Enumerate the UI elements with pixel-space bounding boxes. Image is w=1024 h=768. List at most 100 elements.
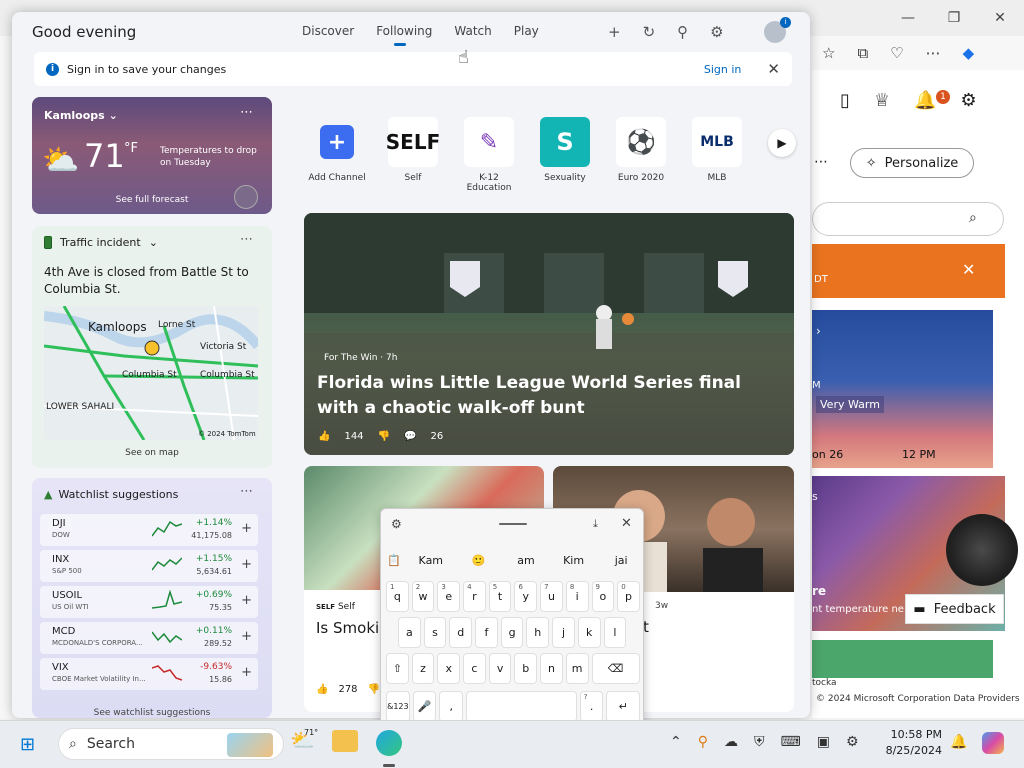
search-app-icon[interactable]: ⚲	[698, 734, 708, 750]
tab-watch[interactable]: Watch	[454, 24, 491, 44]
traffic-card[interactable]: Traffic incident ⌄ ⋯ 4th Ave is closed f…	[32, 226, 272, 468]
channel-k12[interactable]: ✎ K-12 Education	[456, 117, 522, 193]
key-i[interactable]: 8i	[565, 581, 589, 612]
suggestion-3[interactable]: am	[502, 554, 550, 567]
network-icon[interactable]: ☁	[724, 734, 738, 750]
key-period[interactable]: ?.	[579, 691, 604, 722]
copilot-taskbar-icon[interactable]	[982, 732, 1004, 754]
refresh-icon[interactable]: ↻	[643, 23, 656, 41]
phone-icon[interactable]: ▯	[840, 90, 850, 111]
key-q[interactable]: 1q	[386, 581, 409, 612]
keyboard-icon[interactable]: ⌨	[781, 734, 801, 750]
stock-row-mcd[interactable]: MCD MCDONALD'S CORPORA... +0.11% 289.52 …	[40, 622, 258, 654]
main-article-title[interactable]: Florida wins Little League World Series …	[317, 371, 777, 421]
suggestion-4[interactable]: Kim	[550, 554, 598, 567]
stock-row-usoil[interactable]: USOIL US Oil WTI +0.69% 75.35 +	[40, 586, 258, 618]
key-shift[interactable]: ⇧	[386, 653, 409, 684]
key-j[interactable]: j	[552, 617, 575, 648]
minimize-button[interactable]: —	[898, 8, 918, 28]
tab-play[interactable]: Play	[514, 24, 539, 44]
chevron-down-icon[interactable]: ⌄	[149, 236, 158, 249]
add-stock-button[interactable]: +	[241, 629, 252, 644]
background-more-icon[interactable]: ⋯	[814, 154, 828, 170]
add-stock-button[interactable]: +	[241, 593, 252, 608]
key-u[interactable]: 7u	[540, 581, 563, 612]
feedback-button[interactable]: ▬ Feedback	[905, 594, 1004, 624]
tab-discover[interactable]: Discover	[302, 24, 354, 44]
add-stock-button[interactable]: +	[241, 521, 252, 536]
key-c[interactable]: c	[463, 653, 486, 684]
like-icon[interactable]: 👍	[318, 431, 330, 442]
channel-euro2020[interactable]: ⚽ Euro 2020	[608, 117, 674, 183]
more-options-icon[interactable]: ⋯	[926, 44, 941, 62]
main-article-source[interactable]: For The Win · 7h	[324, 353, 397, 363]
key-y[interactable]: 6y	[514, 581, 538, 612]
traffic-map[interactable]: Kamloops Lorne St Victoria St Columbia S…	[44, 306, 258, 440]
keyboard-drag-handle[interactable]	[499, 523, 527, 525]
key-r[interactable]: 4r	[463, 581, 486, 612]
key-g[interactable]: g	[500, 617, 524, 648]
see-watchlist-link[interactable]: See watchlist suggestions	[32, 708, 272, 718]
key-mic-icon[interactable]: 🎤	[412, 691, 437, 722]
more-options-icon[interactable]: ⋯	[240, 232, 253, 247]
favorites-star-icon[interactable]: ☆	[822, 44, 835, 62]
keyboard-close-icon[interactable]: ✕	[621, 516, 632, 531]
key-z[interactable]: z	[411, 653, 435, 684]
edge-browser-icon[interactable]	[376, 730, 402, 756]
chevron-up-icon[interactable]: ⌃	[670, 734, 682, 750]
file-explorer-icon[interactable]	[332, 730, 358, 752]
key-k[interactable]: k	[577, 617, 601, 648]
keyboard-settings-icon[interactable]: ⚙	[391, 517, 402, 531]
more-options-icon[interactable]: ⋯	[240, 105, 253, 120]
alert-close-icon[interactable]: ✕	[962, 260, 975, 279]
performance-heart-icon[interactable]: ♡	[890, 44, 903, 62]
suggestion-emoji[interactable]: 🙂	[455, 554, 503, 567]
add-stock-button[interactable]: +	[241, 665, 252, 680]
channel-mlb[interactable]: MLB MLB	[684, 117, 750, 183]
comment-icon[interactable]: 💬	[404, 431, 416, 442]
accessibility-icon[interactable]: ⚙	[846, 734, 859, 750]
keyboard-dock-icon[interactable]: ⤓	[593, 517, 598, 531]
key-x[interactable]: x	[437, 653, 461, 684]
collections-icon[interactable]: ⧉	[857, 44, 868, 62]
add-stock-button[interactable]: +	[241, 557, 252, 572]
key-b[interactable]: b	[514, 653, 538, 684]
suggestion-1[interactable]: Kam	[407, 554, 455, 567]
see-on-map-link[interactable]: See on map	[32, 448, 272, 458]
channels-next-button[interactable]: ▶	[768, 129, 796, 157]
key-s[interactable]: s	[423, 617, 447, 648]
signin-close-icon[interactable]: ✕	[767, 60, 780, 78]
settings-icon[interactable]: ⚙	[710, 23, 723, 41]
close-window-button[interactable]: ✕	[990, 8, 1010, 28]
key-l[interactable]: l	[603, 617, 627, 648]
weather-city[interactable]: Kamloops ⌄	[44, 109, 118, 122]
display-icon[interactable]: ▣	[817, 734, 830, 750]
key-n[interactable]: n	[540, 653, 563, 684]
rewards-icon[interactable]: ♕	[874, 90, 890, 111]
key-w[interactable]: 2w	[411, 581, 435, 612]
key-h[interactable]: h	[526, 617, 550, 648]
maximize-button[interactable]: ❐	[944, 8, 964, 28]
stock-row-inx[interactable]: INX S&P 500 +1.15% 5,634.61 +	[40, 550, 258, 582]
taskbar-search[interactable]: ⌕ Search	[58, 728, 284, 760]
key-v[interactable]: v	[488, 653, 512, 684]
signin-link[interactable]: Sign in	[704, 63, 742, 76]
personalize-button[interactable]: ✧ Personalize	[850, 148, 974, 178]
key-space[interactable]	[466, 691, 577, 722]
channel-sexuality[interactable]: S Sexuality	[532, 117, 598, 183]
key-m[interactable]: m	[565, 653, 589, 684]
channel-self[interactable]: SELF Self	[380, 117, 446, 183]
stock-row-vix[interactable]: VIX CBOE Market Volatility In... -9.63% …	[40, 658, 258, 690]
key-a[interactable]: a	[398, 617, 421, 648]
start-button[interactable]: ⊞	[20, 734, 35, 755]
key-e[interactable]: 3e	[437, 581, 461, 612]
clipboard-icon[interactable]: 📋	[381, 554, 407, 567]
settings-gear-icon[interactable]: ⚙	[960, 90, 976, 111]
notifications-bell-icon[interactable]: 🔔	[914, 90, 936, 111]
taskbar-date[interactable]: 8/25/2024	[876, 744, 942, 757]
more-options-icon[interactable]: ⋯	[240, 484, 253, 499]
weather-card[interactable]: Kamloops ⌄ ⋯ ⛅ 71 °F Temperatures to dro…	[32, 97, 272, 214]
key-t[interactable]: 5t	[488, 581, 512, 612]
main-article-card[interactable]: For The Win · 7h Florida wins Little Lea…	[304, 213, 794, 455]
channel-add[interactable]: + Add Channel	[304, 117, 370, 183]
